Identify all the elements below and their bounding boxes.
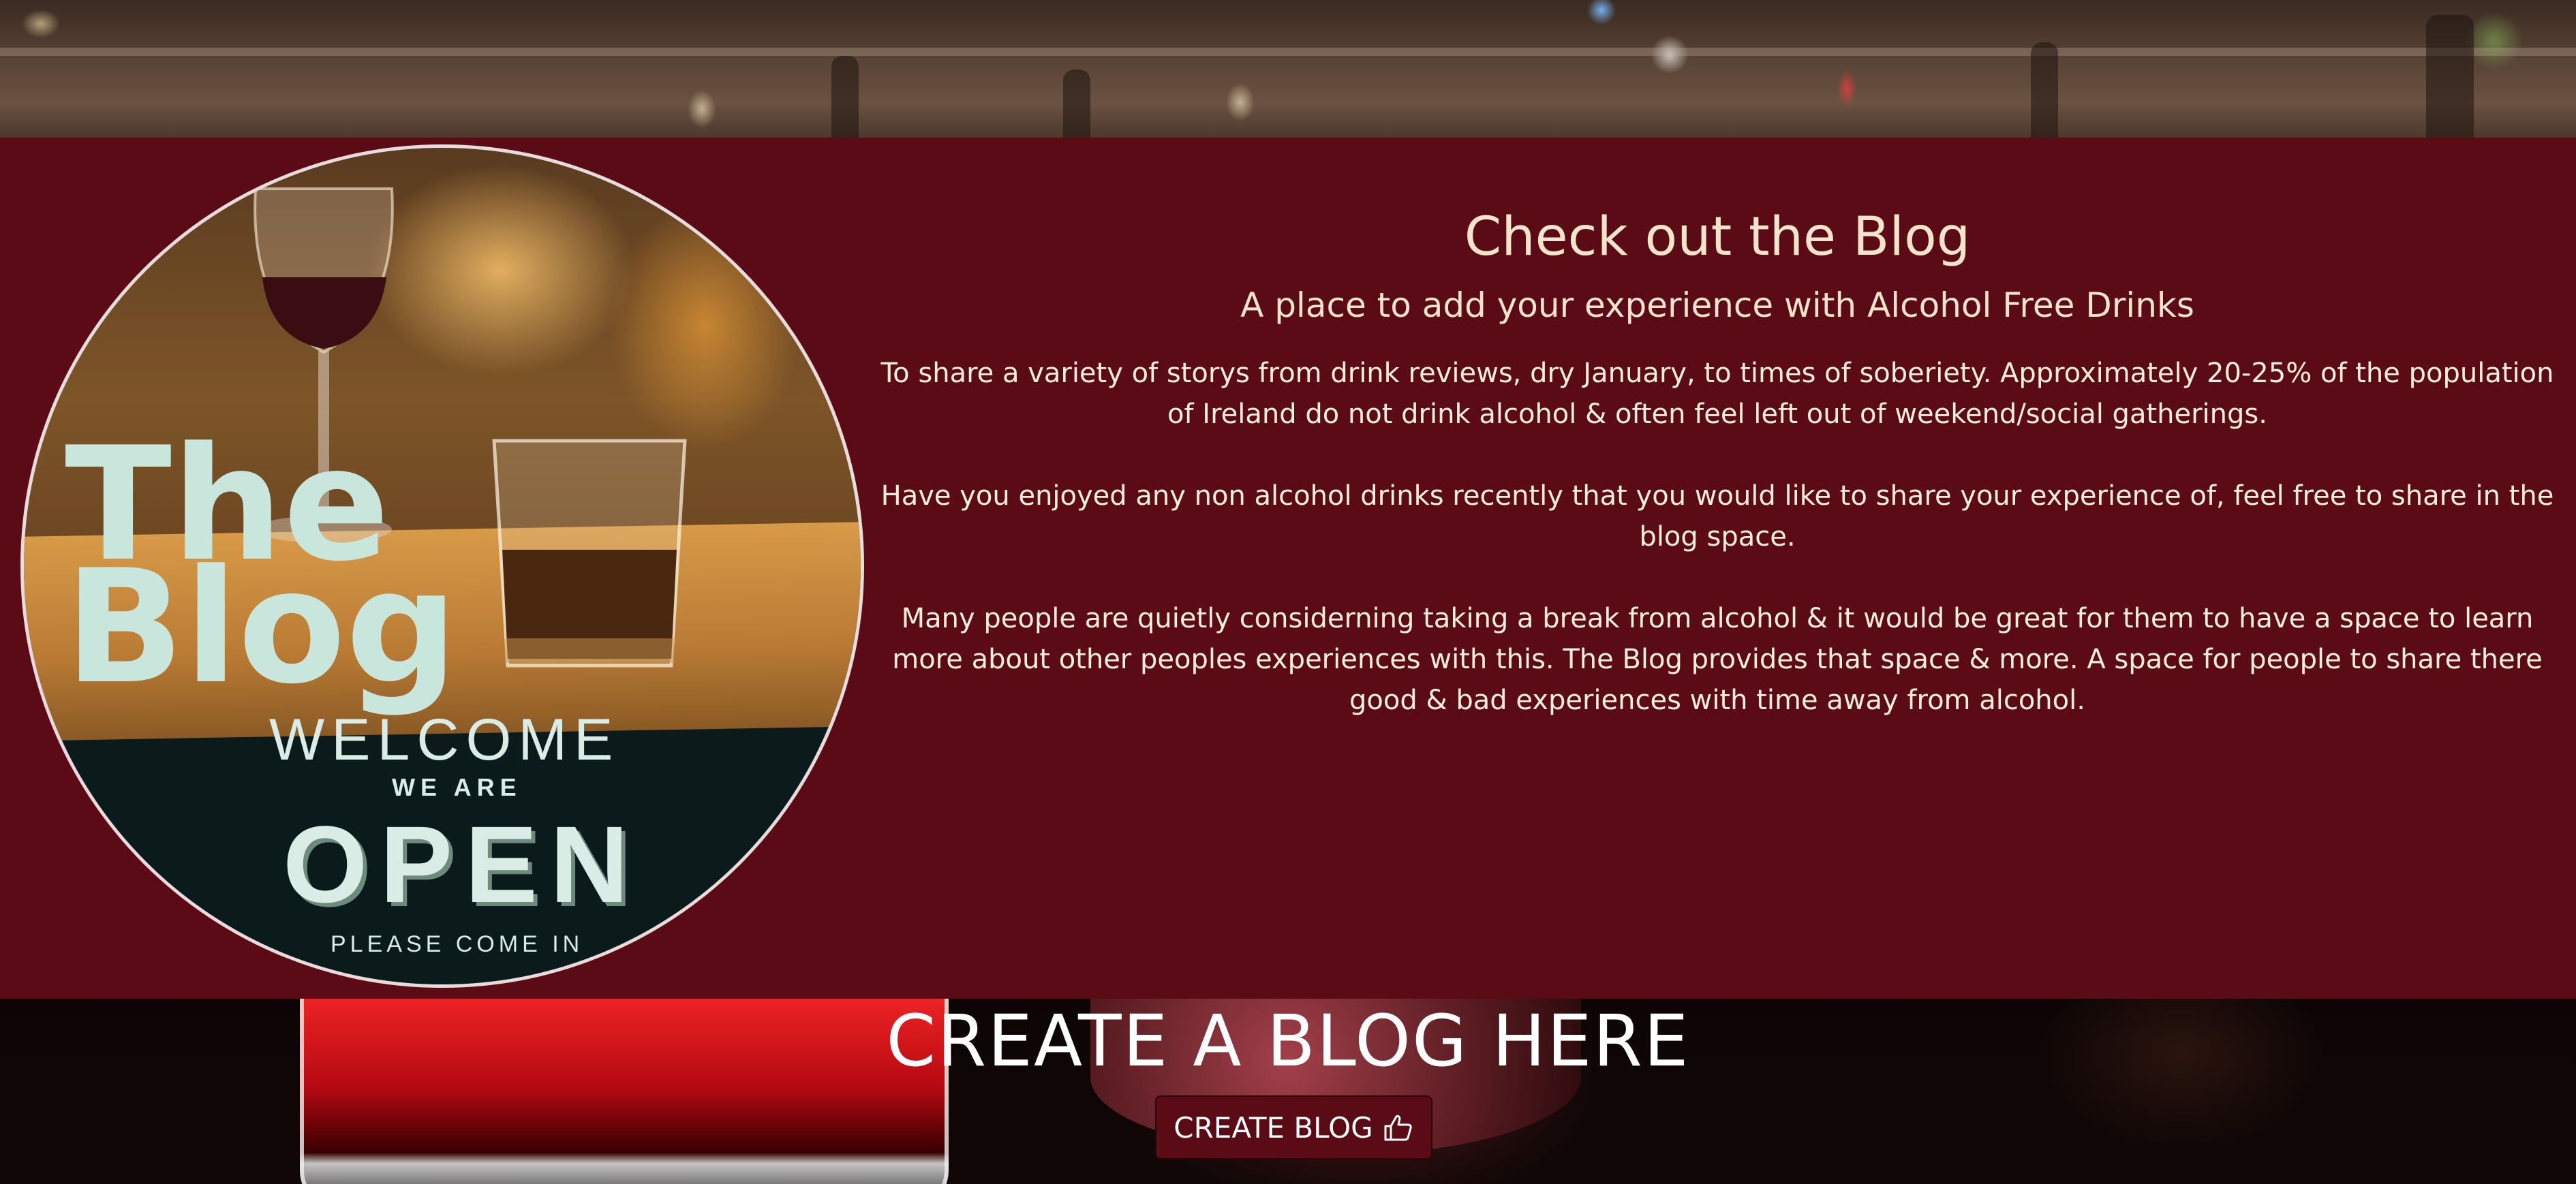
blog-image-text-come-in: PLEASE COME IN bbox=[331, 931, 584, 957]
blog-image-text-we-are: WE ARE bbox=[392, 773, 522, 801]
blog-image-text-open: OPEN bbox=[283, 803, 641, 925]
blog-text-column: Check out the Blog A place to add your e… bbox=[876, 206, 2559, 762]
create-blog-button[interactable]: CREATE BLOG bbox=[1155, 1095, 1432, 1159]
blog-title: Check out the Blog bbox=[1464, 206, 1971, 268]
blog-image: The Blog WELCOME WE ARE OPEN PLEASE COME… bbox=[20, 144, 864, 988]
bottle bbox=[2426, 15, 2474, 138]
blog-subtitle: A place to add your experience with Alco… bbox=[1240, 285, 2194, 325]
hero-background-image bbox=[0, 0, 2576, 138]
blog-image-text-welcome: WELCOME bbox=[269, 707, 620, 773]
blog-section: The Blog WELCOME WE ARE OPEN PLEASE COME… bbox=[0, 138, 2576, 999]
shelf bbox=[0, 48, 2576, 56]
thumbs-up-icon bbox=[1384, 1115, 1412, 1141]
blog-paragraph: Many people are quietly considerning tak… bbox=[892, 602, 2543, 716]
cta-title: CREATE A BLOG HERE bbox=[886, 999, 1690, 1082]
bottle bbox=[831, 56, 859, 138]
bottle bbox=[2031, 42, 2058, 138]
bottle bbox=[1063, 69, 1090, 138]
blog-paragraph: To share a variety of storys from drink … bbox=[880, 357, 2554, 430]
create-blog-button-label: CREATE BLOG bbox=[1174, 1110, 1373, 1144]
tumbler-glass-icon bbox=[492, 439, 687, 668]
blog-image-text-blog: Blog bbox=[65, 537, 458, 719]
blog-paragraph: Have you enjoyed any non alcohol drinks … bbox=[880, 480, 2554, 552]
